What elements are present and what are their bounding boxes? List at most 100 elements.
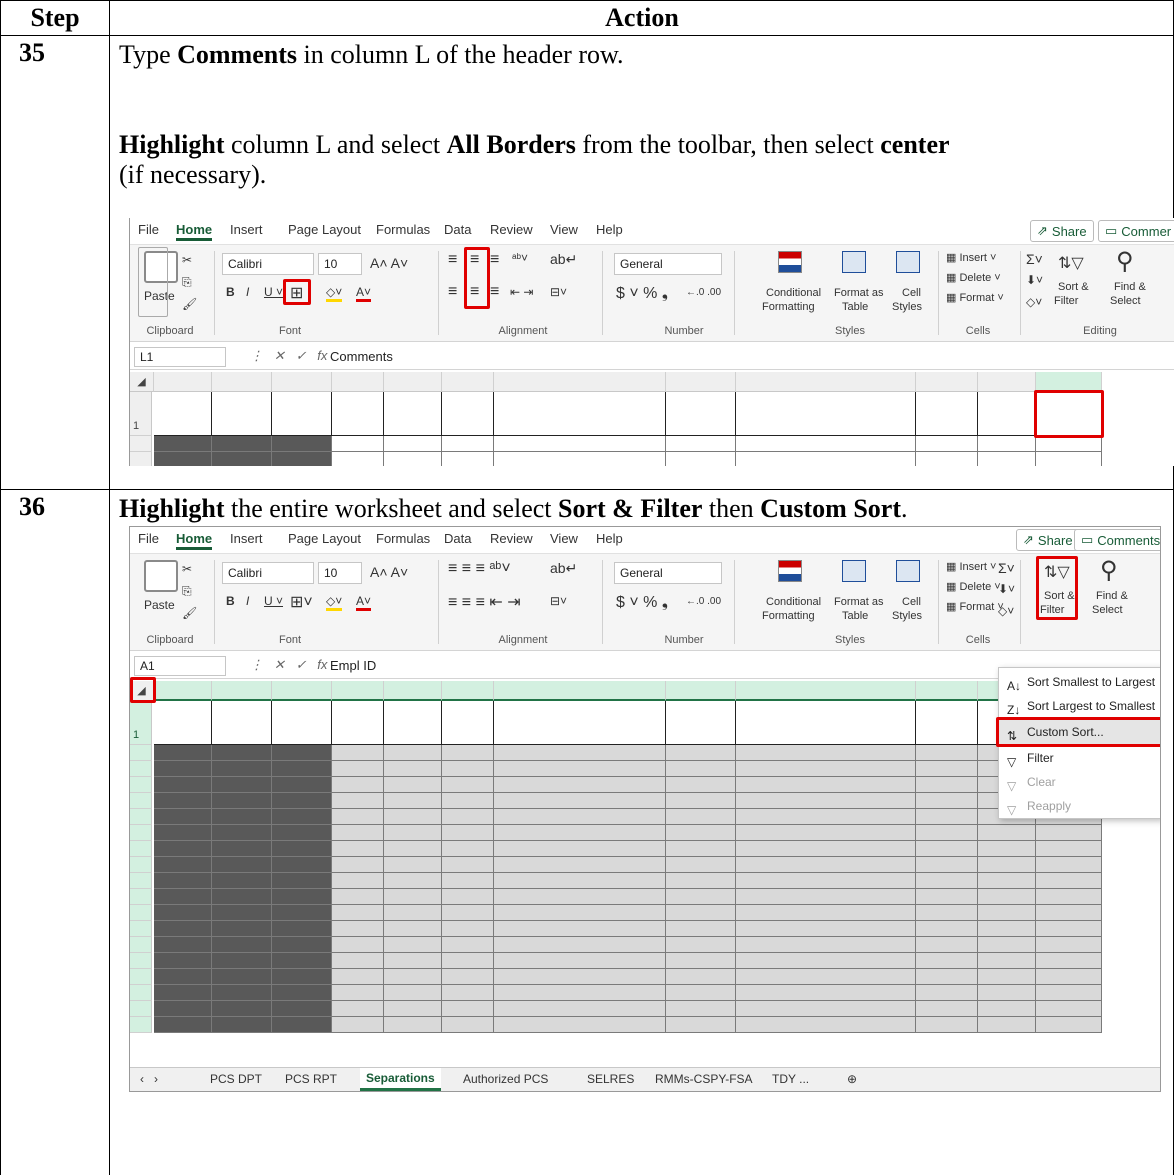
row-header[interactable]	[130, 857, 152, 873]
header-cell-est-depart[interactable]	[666, 701, 736, 745]
header-cell-reason[interactable]	[442, 701, 494, 745]
column-header-E[interactable]	[384, 372, 442, 392]
header-cell-est-depart[interactable]	[666, 392, 736, 436]
font-color-icon[interactable]: A˅	[356, 594, 372, 611]
table-cell[interactable]	[442, 825, 494, 841]
table-cell[interactable]	[494, 745, 666, 761]
table-cell[interactable]	[916, 809, 978, 825]
align-horizontal-icons[interactable]: ≡ ≡ ≡ ⇤ ⇥	[448, 592, 521, 612]
redacted-cell[interactable]	[212, 1017, 272, 1033]
table-cell[interactable]	[666, 745, 736, 761]
table-cell[interactable]	[494, 873, 666, 889]
table-cell[interactable]	[332, 889, 384, 905]
format-cells-button[interactable]: ▦ Format ˅	[946, 600, 1004, 613]
table-cell[interactable]	[666, 436, 736, 452]
worksheet-grid[interactable]: ◢ 1	[130, 372, 1174, 466]
decimal-icons[interactable]: ←.0 .00	[686, 596, 721, 607]
filter-label[interactable]: Filter	[1040, 604, 1064, 616]
redacted-cell[interactable]	[272, 1017, 332, 1033]
table-cell[interactable]	[978, 857, 1036, 873]
align-center-icon[interactable]: ≡	[470, 283, 479, 301]
sort-filter-icon[interactable]: ⇅▽	[1044, 562, 1070, 582]
table-cell[interactable]	[384, 969, 442, 985]
clear-icon[interactable]: ◇˅	[1026, 295, 1042, 309]
font-size-box[interactable]: 10	[318, 253, 362, 275]
redacted-cell[interactable]	[212, 1001, 272, 1017]
table-cell[interactable]	[736, 761, 916, 777]
table-cell[interactable]	[442, 809, 494, 825]
table-cell[interactable]	[736, 841, 916, 857]
row-header[interactable]	[130, 921, 152, 937]
table-cell[interactable]	[916, 436, 978, 452]
dropdown-item-sort-smallest-to-largest[interactable]: A↓ Sort Smallest to Largest	[999, 670, 1160, 694]
column-header-B[interactable]	[212, 681, 272, 701]
table-cell[interactable]	[736, 1001, 916, 1017]
header-cell-comments[interactable]	[1036, 392, 1102, 436]
table-cell[interactable]	[736, 937, 916, 953]
wrap-text-icon[interactable]: ab↵	[550, 560, 577, 577]
redacted-cell[interactable]	[154, 745, 212, 761]
clear-icon[interactable]: ◇˅	[998, 604, 1014, 618]
redacted-cell[interactable]	[154, 857, 212, 873]
redacted-cell[interactable]	[212, 985, 272, 1001]
sort-label[interactable]: Sort &	[1044, 590, 1075, 602]
redacted-cell[interactable]	[212, 969, 272, 985]
table-cell[interactable]	[736, 985, 916, 1001]
merge-center-icon[interactable]: ⊟˅	[550, 285, 567, 299]
italic-icon[interactable]: I	[246, 594, 249, 608]
table-cell[interactable]	[916, 953, 978, 969]
align-vertical-icons[interactable]: ≡ ≡ ≡ ᵃᵇ˅	[448, 560, 511, 578]
column-header-D[interactable]	[332, 681, 384, 701]
table-cell[interactable]	[384, 809, 442, 825]
cell-styles-icon[interactable]	[896, 251, 920, 273]
cut-icon[interactable]: ✂	[182, 253, 192, 267]
table-cell[interactable]	[1036, 985, 1102, 1001]
dropdown-item-clear[interactable]: ▽ Clear	[999, 770, 1160, 794]
menu-view[interactable]: View	[550, 222, 578, 237]
header-cell-last-name[interactable]	[212, 701, 272, 745]
paste-label[interactable]: Paste	[144, 598, 175, 612]
table-cell[interactable]	[666, 905, 736, 921]
menu-formulas[interactable]: Formulas	[376, 531, 430, 546]
header-cell-issue-date[interactable]	[978, 392, 1036, 436]
sheet-tab[interactable]: Authorized PCS	[463, 1072, 548, 1086]
table-cell[interactable]	[384, 745, 442, 761]
table-cell[interactable]	[736, 825, 916, 841]
redacted-cell[interactable]	[272, 905, 332, 921]
table-cell[interactable]	[1036, 841, 1102, 857]
table-cell[interactable]	[916, 889, 978, 905]
delete-cells-button[interactable]: ▦ Delete ˅	[946, 271, 1001, 284]
table-cell[interactable]	[494, 436, 666, 452]
redacted-cell[interactable]	[212, 953, 272, 969]
table-cell[interactable]	[494, 1017, 666, 1033]
fill-icon[interactable]: ⬇˅	[998, 582, 1015, 596]
table-cell[interactable]	[916, 921, 978, 937]
menu-home[interactable]: Home	[176, 222, 213, 241]
redacted-cell[interactable]	[154, 436, 212, 452]
redacted-cell[interactable]	[154, 905, 212, 921]
menu-insert[interactable]: Insert	[230, 222, 263, 237]
redacted-cell[interactable]	[154, 841, 212, 857]
tab-scroll-left[interactable]: ‹ ›	[140, 1072, 158, 1086]
select-all-corner[interactable]: ◢	[130, 681, 154, 701]
table-cell[interactable]	[442, 889, 494, 905]
share-button[interactable]: ⇗ Share	[1016, 529, 1080, 551]
table-cell[interactable]	[666, 452, 736, 466]
table-cell[interactable]	[494, 1001, 666, 1017]
conditional-formatting-icon[interactable]	[778, 251, 802, 273]
table-cell[interactable]	[1036, 953, 1102, 969]
menu-file[interactable]: File	[138, 222, 159, 237]
table-cell[interactable]	[442, 985, 494, 1001]
table-cell[interactable]	[442, 873, 494, 889]
header-cell-est-report[interactable]	[916, 701, 978, 745]
find-select-icon[interactable]: ⚲	[1100, 556, 1118, 585]
row-header[interactable]	[130, 436, 152, 452]
table-label[interactable]: Table	[842, 610, 868, 622]
table-cell[interactable]	[978, 937, 1036, 953]
table-cell[interactable]	[916, 969, 978, 985]
table-cell[interactable]	[332, 809, 384, 825]
table-cell[interactable]	[978, 452, 1036, 466]
table-cell[interactable]	[666, 889, 736, 905]
sort-label[interactable]: Sort &	[1058, 281, 1089, 293]
table-cell[interactable]	[736, 873, 916, 889]
